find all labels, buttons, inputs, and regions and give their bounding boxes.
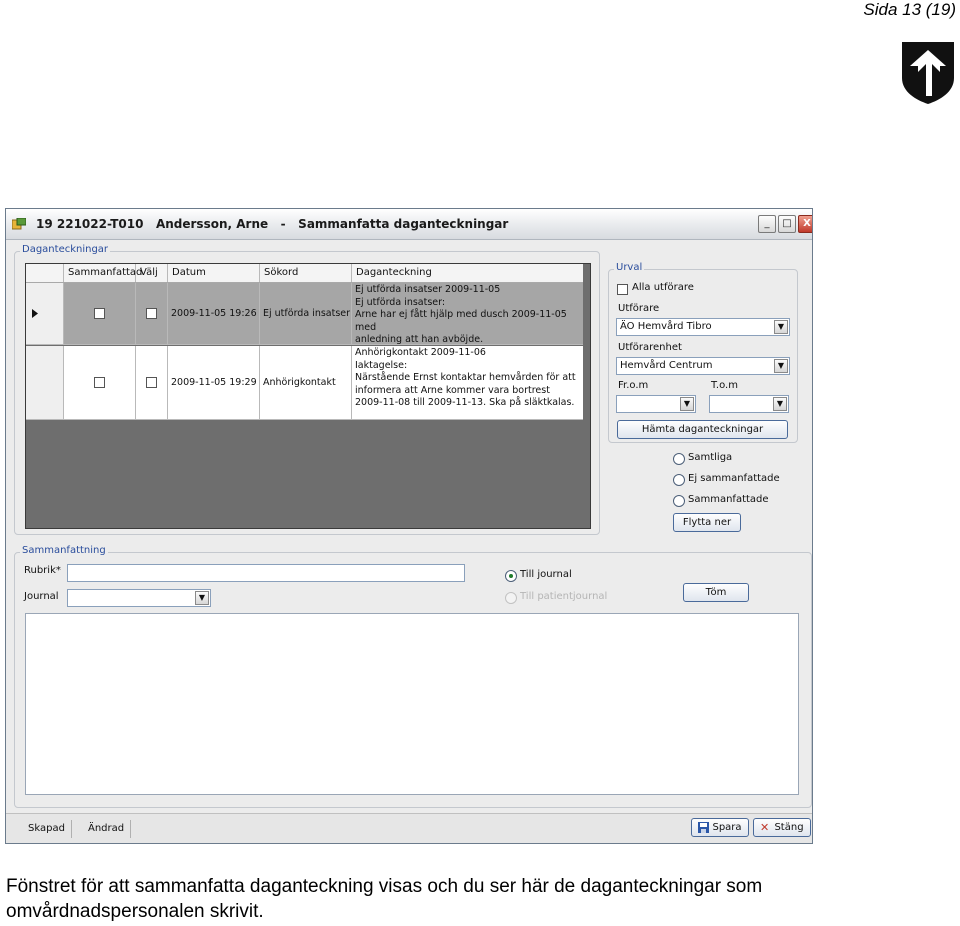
tom-date-field[interactable]: ▼: [709, 395, 789, 413]
utforare-value: ÄO Hemvård Tibro: [620, 321, 712, 332]
sammanfattad-checkbox[interactable]: [94, 377, 105, 388]
chevron-down-icon[interactable]: ▼: [774, 359, 788, 373]
grid-header: Sammanfattad Välj Datum Sökord Daganteck…: [26, 264, 583, 283]
notes-grid: Sammanfattad Välj Datum Sökord Daganteck…: [25, 263, 591, 529]
daganteckning-cell: Anhörigkontakt 2009-11-06 Iaktagelse: Nä…: [352, 346, 583, 420]
window-titlebar: 19 221022-T010 Andersson, Arne - Sammanf…: [6, 209, 812, 240]
from-date-field[interactable]: ▼: [616, 395, 696, 413]
save-icon: [698, 822, 709, 833]
status-bar: Skapad Ändrad Spara ✕ Stäng: [6, 813, 812, 843]
page-number: Sida 13 (19): [863, 0, 956, 19]
tom-label: T.o.m: [711, 380, 738, 391]
sammanfattning-group-label: Sammanfattning: [20, 545, 108, 556]
daganteckningar-group-label: Daganteckningar: [20, 244, 111, 255]
figure-caption: Fönstret för att sammanfatta daganteckni…: [6, 876, 763, 922]
sammanfattad-cell: [64, 346, 136, 420]
summary-window: 19 221022-T010 Andersson, Arne - Sammanf…: [5, 208, 813, 844]
valj-cell: [136, 346, 168, 420]
close-x-icon: ✕: [760, 821, 770, 834]
till-patientjournal-label: Till patientjournal: [520, 591, 608, 602]
utforare-label: Utförare: [618, 303, 660, 314]
journal-select[interactable]: ▼: [67, 589, 211, 607]
spara-button[interactable]: Spara: [691, 818, 749, 837]
maximize-button[interactable]: □: [778, 215, 796, 233]
col-valj[interactable]: Välj: [136, 264, 168, 282]
samtliga-radio[interactable]: [673, 453, 685, 465]
valj-checkbox[interactable]: [146, 308, 157, 319]
calendar-dropdown-icon[interactable]: ▼: [680, 397, 694, 411]
sokord-cell: Ej utförda insatser: [260, 283, 352, 345]
col-daganteckning[interactable]: Daganteckning: [352, 264, 583, 282]
sokord-cell: Anhörigkontakt: [260, 346, 352, 420]
daganteckning-cell: Ej utförda insatser 2009-11-05 Ej utförd…: [352, 283, 583, 345]
till-patientjournal-radio: [505, 592, 517, 604]
stang-label: Stäng: [774, 822, 804, 833]
sammanfattade-label: Sammanfattade: [688, 494, 769, 505]
municipality-shield-logo: [902, 42, 954, 104]
alla-utforare-checkbox[interactable]: [617, 284, 628, 295]
tom-button[interactable]: Töm: [683, 583, 749, 602]
chevron-down-icon[interactable]: ▼: [195, 591, 209, 605]
table-row[interactable]: 2009-11-05 19:26 Ej utförda insatser Ej …: [26, 283, 583, 345]
note-line: Anhörigkontakt 2009-11-06: [355, 347, 486, 358]
sammanfattade-radio[interactable]: [673, 495, 685, 507]
current-row-arrow-icon: [32, 309, 38, 318]
grid-header-rowhdr: [26, 264, 64, 282]
rubrik-input[interactable]: [67, 564, 465, 582]
ej-sammanfattade-radio[interactable]: [673, 474, 685, 486]
urval-group-label: Urval: [614, 262, 645, 273]
note-line: 2009-11-08 till 2009-11-13. Ska på släkt…: [355, 397, 575, 408]
till-journal-label: Till journal: [520, 569, 572, 580]
app-icon: [12, 218, 26, 230]
col-sammanfattad[interactable]: Sammanfattad: [64, 264, 142, 282]
note-line: Ej utförda insatser 2009-11-05: [355, 284, 501, 295]
note-line: Närstående Ernst kontaktar hemvården för…: [355, 372, 576, 383]
sammanfattad-checkbox[interactable]: [94, 308, 105, 319]
stang-button[interactable]: ✕ Stäng: [753, 818, 811, 837]
note-line: anledning att han avböjde.: [355, 334, 484, 345]
chevron-down-icon[interactable]: ▼: [774, 320, 788, 334]
summary-text-area[interactable]: [25, 613, 799, 795]
utforarenhet-select[interactable]: Hemvård Centrum ▼: [616, 357, 790, 375]
till-journal-radio[interactable]: [505, 570, 517, 582]
row-header[interactable]: [26, 346, 64, 420]
samtliga-label: Samtliga: [688, 452, 733, 463]
datum-cell: 2009-11-05 19:26: [168, 283, 260, 345]
skapad-panel: Skapad: [22, 820, 72, 838]
utforarenhet-label: Utförarenhet: [618, 342, 682, 353]
rubrik-label: Rubrik*: [24, 565, 61, 576]
close-button[interactable]: X: [798, 215, 812, 233]
row-header[interactable]: [26, 283, 64, 345]
sammanfattad-cell: [64, 283, 136, 345]
note-line: Ej utförda insatser:: [355, 296, 446, 308]
andrad-panel: Ändrad: [82, 820, 132, 838]
urval-group: [608, 269, 798, 443]
note-line: Arne har ej fått hjälp med dusch 2009-11…: [355, 309, 567, 333]
alla-utforare-label: Alla utförare: [632, 282, 694, 293]
window-title: 19 221022-T010 Andersson, Arne - Sammanf…: [36, 217, 509, 231]
utforare-select[interactable]: ÄO Hemvård Tibro ▼: [616, 318, 790, 336]
flytta-ner-button[interactable]: Flytta ner: [673, 513, 741, 532]
col-sokord[interactable]: Sökord: [260, 264, 352, 282]
col-datum[interactable]: Datum: [168, 264, 260, 282]
hamta-daganteckningar-button[interactable]: Hämta daganteckningar: [617, 420, 788, 439]
minimize-button[interactable]: _: [758, 215, 776, 233]
datum-cell: 2009-11-05 19:29: [168, 346, 260, 420]
note-line: Iaktagelse:: [355, 359, 408, 371]
calendar-dropdown-icon[interactable]: ▼: [773, 397, 787, 411]
table-row[interactable]: 2009-11-05 19:29 Anhörigkontakt Anhörigk…: [26, 346, 583, 420]
from-label: Fr.o.m: [618, 380, 649, 391]
ej-sammanfattade-label: Ej sammanfattade: [688, 473, 780, 484]
note-line: informera att Arne kommer vara bortrest: [355, 384, 550, 396]
utforarenhet-value: Hemvård Centrum: [620, 360, 713, 371]
valj-cell: [136, 283, 168, 345]
spara-label: Spara: [712, 822, 742, 833]
valj-checkbox[interactable]: [146, 377, 157, 388]
journal-label: Journal: [24, 591, 59, 602]
